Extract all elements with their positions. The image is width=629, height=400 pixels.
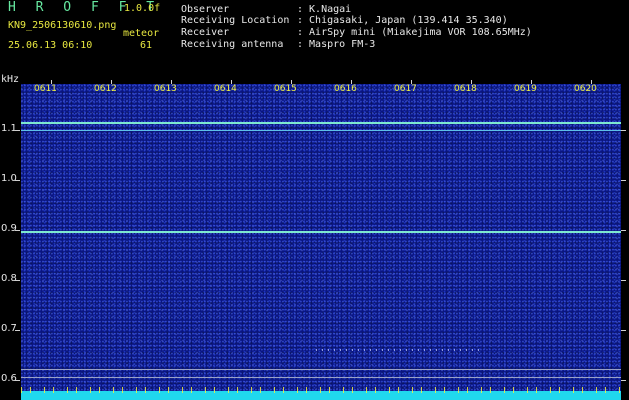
receiver-value: : AirSpy mini (Miakejima VOR 108.65MHz) — [297, 27, 532, 38]
time-tick — [591, 80, 592, 84]
y-tick — [621, 230, 626, 231]
meteor-label: meteor — [123, 28, 160, 39]
time-label: 0615 — [274, 84, 297, 94]
antenna-value: : Maspro FM-3 — [297, 39, 376, 50]
time-tick — [411, 80, 412, 84]
scan-line-1 — [21, 369, 621, 370]
time-tick — [291, 80, 292, 84]
time-tick — [51, 80, 52, 84]
receiver-key: Receiver — [181, 27, 230, 38]
y-tick — [621, 280, 626, 281]
time-label: 0617 — [394, 84, 417, 94]
meteor-echo-trail — [316, 349, 481, 351]
time-label: 0618 — [454, 84, 477, 94]
y-tick — [621, 330, 626, 331]
y-label: 0.9 — [1, 223, 17, 234]
filename-label: KN9_2506130610.png — [8, 20, 117, 31]
scan-line-2 — [21, 377, 621, 378]
carrier-line-mid — [21, 130, 621, 131]
y-tick — [15, 230, 20, 231]
y-tick — [621, 130, 626, 131]
time-label: 0611 — [34, 84, 57, 94]
time-label: 0612 — [94, 84, 117, 94]
y-tick — [15, 130, 20, 131]
meteor-count: 61 — [140, 40, 153, 51]
y-tick — [621, 380, 626, 381]
time-tick — [231, 80, 232, 84]
y-label: 0.7 — [1, 323, 17, 334]
y-tick — [15, 380, 20, 381]
time-tick — [171, 80, 172, 84]
version-label: 1.0.0f — [124, 3, 161, 14]
time-tick — [351, 80, 352, 84]
header-panel: H R O F F T 1.0.0f KN9_2506130610.png 25… — [0, 0, 629, 73]
time-tick — [531, 80, 532, 84]
location-value: : Chigasaki, Japan (139.414 35.340) — [297, 15, 508, 26]
time-label: 0620 — [574, 84, 597, 94]
y-tick — [621, 180, 626, 181]
noise-floor-band — [21, 387, 621, 400]
y-axis-unit: kHz — [1, 74, 20, 85]
y-label: 1.0 — [1, 173, 17, 184]
time-label: 0616 — [334, 84, 357, 94]
carrier-line-upper — [21, 122, 621, 124]
datetime-label: 25.06.13 06:10 — [8, 40, 93, 51]
y-label: 0.8 — [1, 273, 17, 284]
time-tick — [111, 80, 112, 84]
time-label: 0619 — [514, 84, 537, 94]
carrier-line-main — [21, 231, 621, 233]
y-label: 0.6 — [1, 373, 17, 384]
antenna-key: Receiving antenna — [181, 39, 284, 50]
time-label: 0613 — [154, 84, 177, 94]
y-tick — [15, 180, 20, 181]
y-tick — [15, 280, 20, 281]
y-label: 1.1 — [1, 123, 17, 134]
time-tick — [471, 80, 472, 84]
y-tick — [15, 330, 20, 331]
spectrogram — [21, 84, 621, 400]
location-key: Receiving Location — [181, 15, 290, 26]
time-label: 0614 — [214, 84, 237, 94]
